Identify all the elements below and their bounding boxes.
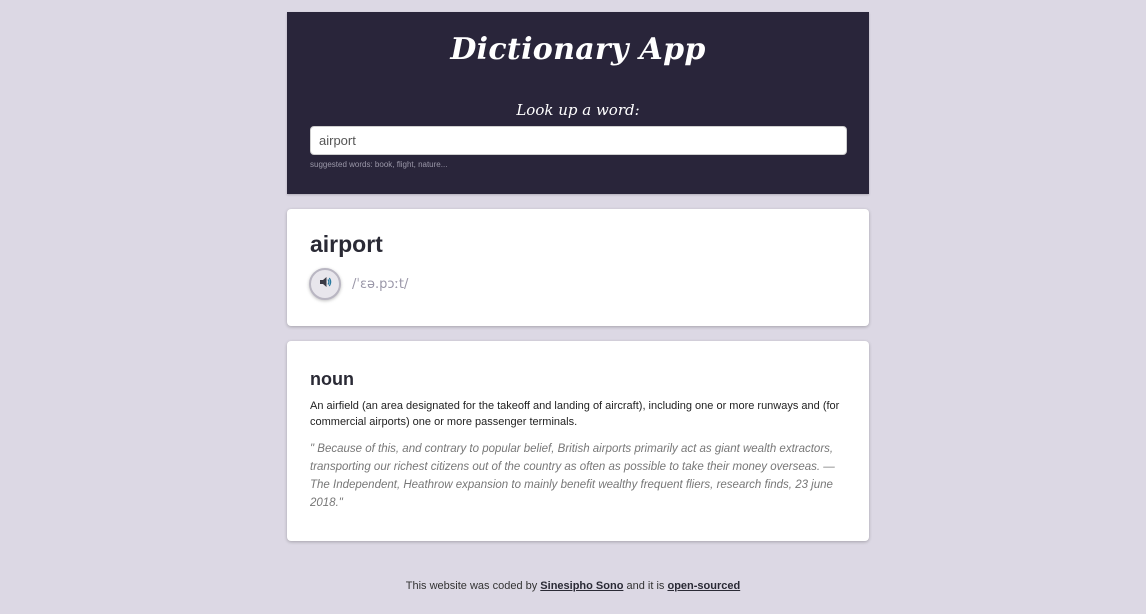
definition-text: An airfield (an area designated for the … <box>310 400 840 428</box>
search-header: Dictionary App Look up a word: suggested… <box>287 12 869 194</box>
footer-prefix: This website was coded by <box>405 580 538 592</box>
lookup-label: Look up a word: <box>516 101 640 119</box>
app-title: Dictionary App <box>450 32 706 67</box>
word-title: airport <box>310 231 383 257</box>
part-of-speech: noun <box>310 369 354 389</box>
footer-middle: and it is <box>626 580 665 592</box>
suggested-words-hint: suggested words: book, flight, nature... <box>310 160 448 169</box>
speaker-icon <box>318 275 332 294</box>
author-link[interactable]: Sinesipho Sono <box>540 580 623 592</box>
dictionary-container: Dictionary App Look up a word: suggested… <box>287 12 869 541</box>
footer: This website was coded by Sinesipho Sono… <box>0 580 1146 592</box>
word-card: airport /ˈɛə.pɔːt/ <box>287 209 869 326</box>
phonetic-text: /ˈɛə.pɔːt/ <box>352 277 409 292</box>
example-text: " Because of this, and contrary to popul… <box>310 443 835 509</box>
open-source-link[interactable]: open-sourced <box>667 580 740 592</box>
search-input[interactable] <box>310 126 847 155</box>
play-pronunciation-button[interactable] <box>309 268 341 300</box>
meaning-card: noun An airfield (an area designated for… <box>287 341 869 541</box>
